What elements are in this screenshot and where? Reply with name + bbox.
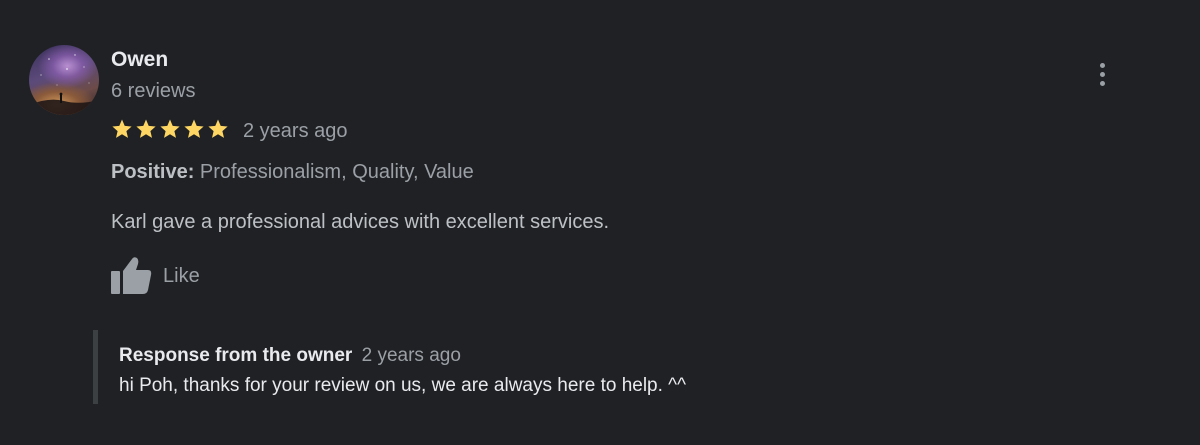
review-card: Owen 6 reviews 2 years ago Positive: Pro… bbox=[0, 0, 1200, 445]
star-icon bbox=[160, 119, 180, 138]
avatar[interactable] bbox=[29, 45, 99, 115]
like-label: Like bbox=[163, 264, 200, 287]
review-text: Karl gave a professional advices with ex… bbox=[111, 211, 610, 233]
thumb-up-icon bbox=[111, 257, 152, 294]
more-vert-icon[interactable] bbox=[1092, 60, 1114, 90]
owner-response-date: 2 years ago bbox=[361, 345, 461, 366]
like-button[interactable]: Like bbox=[110, 256, 200, 296]
owner-response-header: Response from the owner 2 years ago bbox=[119, 344, 461, 368]
owner-response: Response from the owner 2 years ago hi P… bbox=[93, 330, 998, 404]
aspects-value: Professionalism, Quality, Value bbox=[199, 161, 474, 183]
reviewer-name[interactable]: Owen bbox=[111, 48, 168, 72]
star-icon bbox=[136, 119, 156, 138]
reviewer-review-count[interactable]: 6 reviews bbox=[111, 79, 195, 103]
star-icon bbox=[112, 119, 132, 138]
avatar-image bbox=[29, 54, 99, 115]
owner-response-text: hi Poh, thanks for your review on us, we… bbox=[119, 375, 687, 396]
owner-response-title: Response from the owner bbox=[119, 345, 353, 366]
star-icon bbox=[208, 119, 228, 138]
review-aspects: Positive: Professionalism, Quality, Valu… bbox=[111, 160, 474, 184]
aspects-label: Positive: bbox=[111, 161, 195, 183]
star-rating bbox=[110, 117, 230, 143]
review-date: 2 years ago bbox=[243, 120, 348, 142]
star-icon bbox=[184, 119, 204, 138]
